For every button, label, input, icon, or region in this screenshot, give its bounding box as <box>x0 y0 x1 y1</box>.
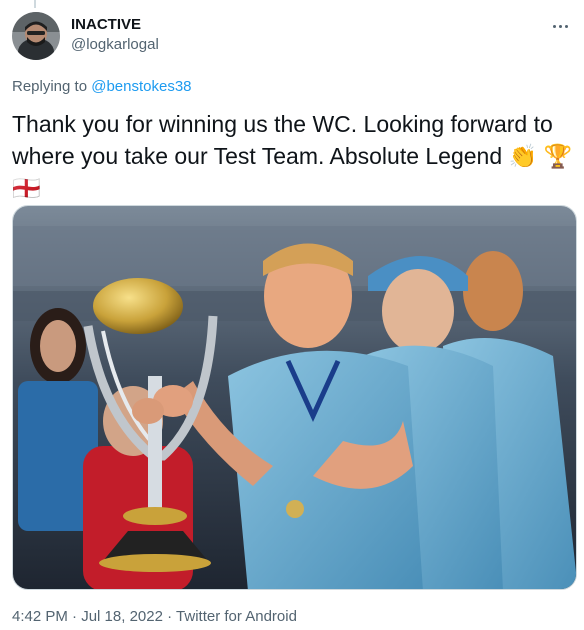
profile-avatar-icon <box>12 12 60 60</box>
user-names: INACTIVE @logkarlogal <box>71 15 159 55</box>
tweet-date[interactable]: Jul 18, 2022 <box>81 608 163 625</box>
dot <box>552 24 556 28</box>
replying-to-label: Replying to <box>12 78 88 95</box>
tweet-meta: 4:42 PM · Jul 18, 2022 · Twitter for And… <box>12 607 297 627</box>
display-name[interactable]: INACTIVE <box>71 15 159 35</box>
tweet-photo[interactable] <box>12 205 577 590</box>
thread-connector-line <box>34 0 36 8</box>
photo-cricket-world-cup-trophy-icon <box>13 206 576 589</box>
dot <box>564 24 568 28</box>
meta-separator: · <box>167 608 173 625</box>
avatar[interactable] <box>12 12 60 60</box>
tweet-source[interactable]: Twitter for Android <box>176 608 297 625</box>
replying-to-handle-link[interactable]: @benstokes38 <box>91 78 191 95</box>
dot <box>558 24 562 28</box>
meta-separator: · <box>72 608 78 625</box>
tweet-header: INACTIVE @logkarlogal <box>12 12 572 62</box>
more-options-icon[interactable] <box>548 14 572 38</box>
user-handle[interactable]: @logkarlogal <box>71 35 159 55</box>
tweet-text: Thank you for winning us the WC. Looking… <box>12 111 573 201</box>
replying-to: Replying to @benstokes38 <box>12 77 192 97</box>
tweet-time[interactable]: 4:42 PM <box>12 608 68 625</box>
